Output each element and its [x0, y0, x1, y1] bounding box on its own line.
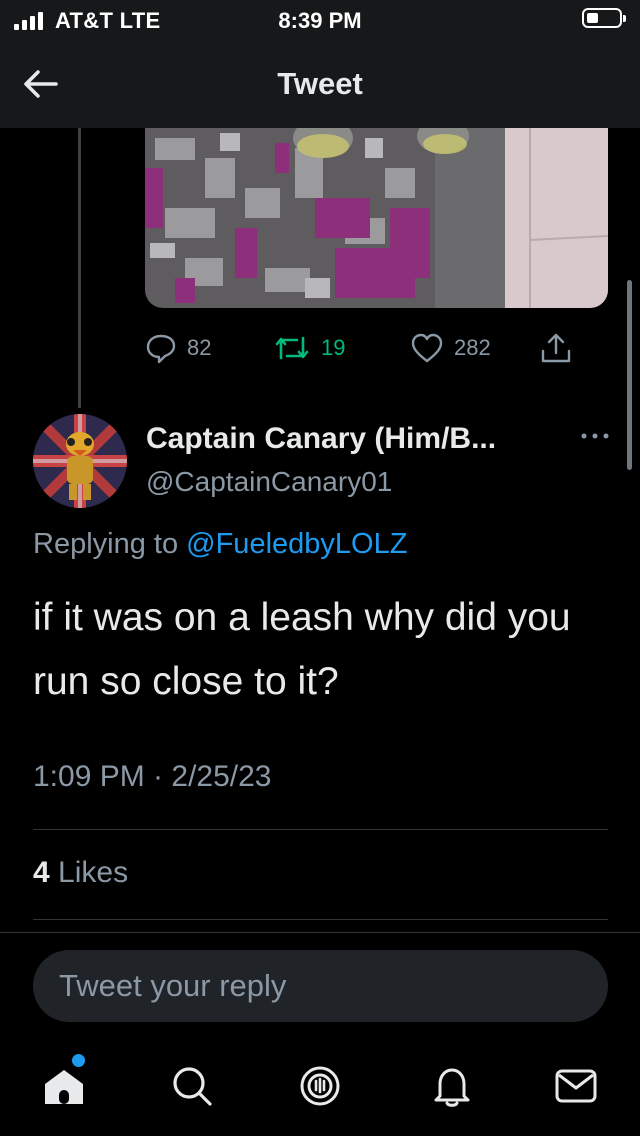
author-name[interactable]: Captain Canary (Him/B... [146, 422, 576, 456]
divider [33, 829, 608, 830]
notifications-icon [434, 1068, 470, 1107]
spaces-icon [300, 1066, 340, 1106]
tweet-timestamp: 1:09 PM · 2/25/23 [33, 760, 272, 793]
likes-count: 4 [33, 856, 50, 889]
retweet-count: 19 [321, 335, 346, 360]
avatar-image [33, 414, 127, 508]
tab-spaces[interactable] [296, 1062, 344, 1110]
reply-icon [146, 334, 176, 364]
messages-icon [555, 1069, 597, 1103]
retweet-icon [275, 336, 309, 360]
divider [33, 919, 608, 920]
bottom-tab-bar [0, 1040, 640, 1136]
parent-tweet-photo[interactable] [145, 128, 608, 308]
retweet-button[interactable]: 19 [273, 328, 345, 368]
reply-count: 82 [187, 335, 212, 360]
more-options-button[interactable] [578, 424, 612, 448]
page-title: Tweet [277, 66, 363, 101]
like-count: 282 [454, 335, 491, 360]
reply-button[interactable]: 82 [145, 328, 211, 368]
home-notification-dot [72, 1054, 85, 1067]
share-icon [541, 333, 571, 363]
like-button[interactable]: 282 [410, 328, 491, 368]
reply-input[interactable] [33, 950, 608, 1022]
battery-icon [582, 8, 626, 28]
heart-icon [411, 333, 443, 363]
more-horizontal-icon [581, 433, 609, 439]
tab-home[interactable] [40, 1062, 88, 1110]
replying-to-line: Replying to @FueledbyLOLZ [33, 528, 407, 561]
tab-messages[interactable] [552, 1062, 600, 1110]
header: Tweet [0, 40, 640, 128]
tab-notifications[interactable] [428, 1062, 476, 1110]
parent-tweet-actions: 82 19 282 [145, 328, 608, 368]
reply-bar-separator [0, 932, 640, 933]
share-button[interactable] [539, 328, 573, 368]
carpet-photo [145, 128, 608, 308]
home-icon [45, 1070, 83, 1104]
thread-connector [78, 128, 81, 408]
tweet-text: if it was on a leash why did you run so … [33, 596, 571, 703]
likes-summary[interactable]: 4 Likes [33, 856, 128, 890]
replying-prefix: Replying to [33, 528, 179, 560]
likes-label: Likes [58, 856, 129, 889]
avatar[interactable] [33, 414, 127, 508]
status-bar: AT&T LTE 8:39 PM [0, 0, 640, 40]
replying-to-link[interactable]: @FueledbyLOLZ [186, 528, 407, 560]
scrollbar[interactable] [627, 280, 632, 470]
tab-search[interactable] [168, 1062, 216, 1110]
search-icon [173, 1067, 212, 1106]
author-handle[interactable]: @CaptainCanary01 [146, 466, 392, 498]
status-time: 8:39 PM [278, 8, 362, 33]
